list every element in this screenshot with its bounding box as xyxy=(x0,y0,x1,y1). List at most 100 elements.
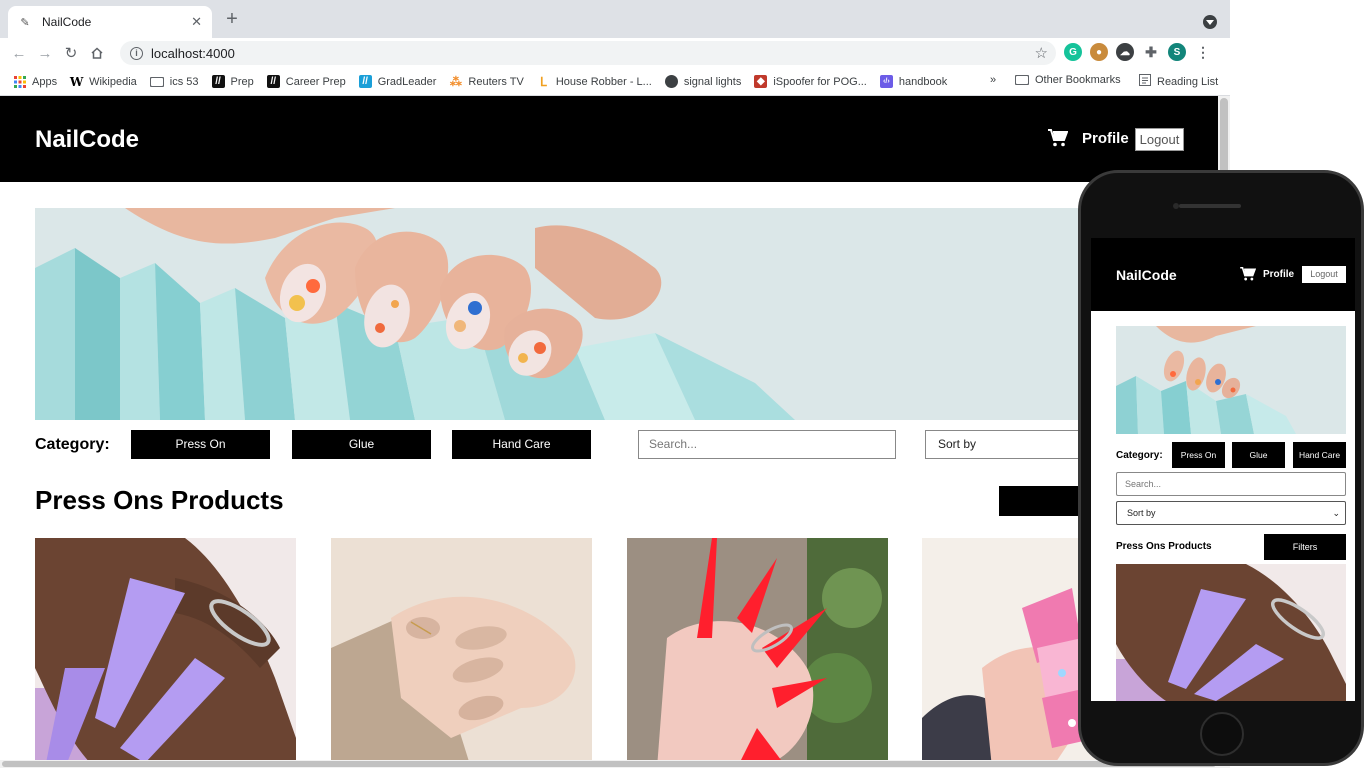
bookmark-star-icon[interactable]: ☆ xyxy=(1035,44,1048,62)
back-arrow-icon[interactable]: ← xyxy=(6,40,32,66)
code-icon: ‹/› xyxy=(879,75,893,88)
bookmark-ispoofer[interactable]: ◆ iSpoofer for POG... xyxy=(754,75,867,88)
bookmark-label: handbook xyxy=(898,75,948,88)
browser-tab[interactable]: ✎ NailCode ✕ xyxy=(8,6,212,38)
extensions-puzzle-icon[interactable]: ✚ xyxy=(1142,43,1160,61)
prep-icon: // xyxy=(211,75,225,88)
category-filter-row: Category: Press On Glue Hand Care Search… xyxy=(35,430,1218,460)
products-heading: Press Ons Products xyxy=(35,485,284,515)
extensions-area: G ● ☁ ✚ S ⋮ xyxy=(1064,43,1212,61)
category-hand-care-button[interactable]: Hand Care xyxy=(452,430,591,459)
bookmarks-overflow-button[interactable]: » xyxy=(990,74,996,86)
bookmark-label: Career Prep xyxy=(285,75,346,88)
search-input[interactable]: Search... xyxy=(638,430,896,459)
reading-list-button[interactable]: Reading List xyxy=(1139,74,1218,89)
mobile-profile-link[interactable]: Profile xyxy=(1263,269,1294,280)
logout-button[interactable]: Logout xyxy=(1135,128,1184,151)
folder-icon xyxy=(149,76,164,87)
phone-home-button[interactable] xyxy=(1200,712,1244,756)
cloud-extension-icon[interactable]: ☁ xyxy=(1116,43,1134,61)
mobile-hero-banner-image xyxy=(1116,326,1346,434)
phone-speaker xyxy=(1179,204,1241,208)
mobile-sort-label: Sort by xyxy=(1127,508,1156,518)
chevron-down-icon: ⌄ xyxy=(1332,508,1340,518)
cart-icon[interactable] xyxy=(1048,129,1069,152)
tab-strip: ✎ NailCode ✕ + xyxy=(0,0,1230,38)
category-press-on-button[interactable]: Press On xyxy=(131,430,270,459)
bookmark-label: Reuters TV xyxy=(468,75,524,88)
mobile-search-input[interactable]: Search... xyxy=(1116,472,1346,496)
ispoofer-icon: ◆ xyxy=(754,75,768,88)
product-card-red-stiletto-press-ons[interactable] xyxy=(627,538,888,768)
other-bookmarks-folder[interactable]: Other Bookmarks xyxy=(1015,74,1121,86)
mobile-logout-button[interactable]: Logout xyxy=(1302,266,1346,283)
phone-mockup: NailCode Profile Logout Category: Press … xyxy=(1078,170,1364,766)
horizontal-scrollbar-thumb[interactable] xyxy=(2,761,1216,767)
category-label: Category: xyxy=(35,436,110,453)
address-bar[interactable]: i localhost:4000 ☆ xyxy=(120,41,1056,65)
site-logo[interactable]: NailCode xyxy=(35,126,139,154)
mobile-site-logo[interactable]: NailCode xyxy=(1116,267,1177,283)
folder-icon xyxy=(1015,75,1029,85)
reading-list-label: Reading List xyxy=(1157,75,1219,88)
profile-avatar[interactable]: S xyxy=(1168,43,1186,61)
cookie-extension-icon[interactable]: ● xyxy=(1090,43,1108,61)
page-favicon-icon: ✎ xyxy=(20,16,30,29)
apps-grid-icon xyxy=(13,75,26,88)
reload-icon[interactable]: ↻ xyxy=(58,40,84,66)
url-text: localhost:4000 xyxy=(151,45,235,61)
bookmark-ics53[interactable]: ics 53 xyxy=(149,76,199,88)
browser-toolbar: ← → ↻ i localhost:4000 ☆ G ● ☁ ✚ S ⋮ xyxy=(0,38,1230,68)
mobile-product-card-lavender-press-ons[interactable] xyxy=(1116,564,1346,701)
bookmark-label: Apps xyxy=(32,75,58,88)
grammarly-extension-icon[interactable]: G xyxy=(1064,43,1082,61)
bookmark-label: GradLeader xyxy=(377,75,437,88)
bookmark-gradleader[interactable]: // GradLeader xyxy=(358,75,437,88)
bookmark-career-prep[interactable]: // Career Prep xyxy=(266,75,346,88)
mobile-category-press-on-button[interactable]: Press On xyxy=(1172,442,1225,468)
bookmark-label: House Robber - L... xyxy=(555,75,652,88)
phone-screen: NailCode Profile Logout Category: Press … xyxy=(1091,238,1355,701)
bookmark-apps[interactable]: Apps xyxy=(13,75,57,88)
product-card-nude-press-ons[interactable] xyxy=(331,538,592,768)
tab-title: NailCode xyxy=(42,15,92,29)
bookmark-label: iSpoofer for POG... xyxy=(773,75,867,88)
mobile-category-hand-care-button[interactable]: Hand Care xyxy=(1293,442,1346,468)
gradleader-icon: // xyxy=(358,75,372,88)
web-page: NailCode Profile Logout Category: Press … xyxy=(0,96,1230,768)
browser-window: ✎ NailCode ✕ + ← → ↻ i localhost:4000 ☆ … xyxy=(0,0,1230,768)
new-tab-button[interactable]: + xyxy=(222,9,242,29)
bookmark-signal-lights[interactable]: signal lights xyxy=(664,75,742,88)
bookmark-prep[interactable]: // Prep xyxy=(211,75,254,88)
bookmark-house-robber[interactable]: ᒪ House Robber - L... xyxy=(537,74,652,89)
browser-menu-icon[interactable]: ⋮ xyxy=(1194,43,1212,61)
wikipedia-icon: W xyxy=(69,74,84,89)
mobile-filters-button[interactable]: Filters xyxy=(1264,534,1346,560)
leetcode-icon: ᒪ xyxy=(540,74,547,89)
reading-list-icon xyxy=(1139,74,1151,89)
bookmarks-bar: Apps W Wikipedia ics 53 // Prep // Caree… xyxy=(0,68,1230,96)
reuters-icon: ⁂ xyxy=(449,74,462,89)
site-info-icon[interactable]: i xyxy=(130,46,143,60)
globe-icon xyxy=(664,75,678,88)
close-tab-icon[interactable]: ✕ xyxy=(191,14,202,30)
bookmark-reuters[interactable]: ⁂ Reuters TV xyxy=(449,74,524,89)
bookmark-handbook[interactable]: ‹/› handbook xyxy=(879,75,948,88)
mobile-sort-select[interactable]: Sort by ⌄ xyxy=(1116,501,1346,525)
tab-search-icon[interactable] xyxy=(1203,15,1217,29)
category-glue-button[interactable]: Glue xyxy=(292,430,431,459)
profile-link[interactable]: Profile xyxy=(1082,130,1129,147)
product-card-lavender-press-ons[interactable] xyxy=(35,538,296,768)
mobile-cart-icon[interactable] xyxy=(1240,267,1257,286)
mobile-products-heading: Press Ons Products xyxy=(1116,541,1212,552)
bookmark-label: Wikipedia xyxy=(89,75,137,88)
mobile-category-glue-button[interactable]: Glue xyxy=(1232,442,1285,468)
home-icon[interactable] xyxy=(84,40,110,66)
bookmark-wikipedia[interactable]: W Wikipedia xyxy=(69,74,137,89)
mobile-site-header: NailCode Profile Logout xyxy=(1091,238,1355,311)
career-prep-icon: // xyxy=(266,75,280,88)
mobile-category-label: Category: xyxy=(1116,450,1163,461)
forward-arrow-icon[interactable]: → xyxy=(32,40,58,66)
bookmark-label: signal lights xyxy=(683,75,742,88)
hero-banner-image xyxy=(35,208,1218,420)
